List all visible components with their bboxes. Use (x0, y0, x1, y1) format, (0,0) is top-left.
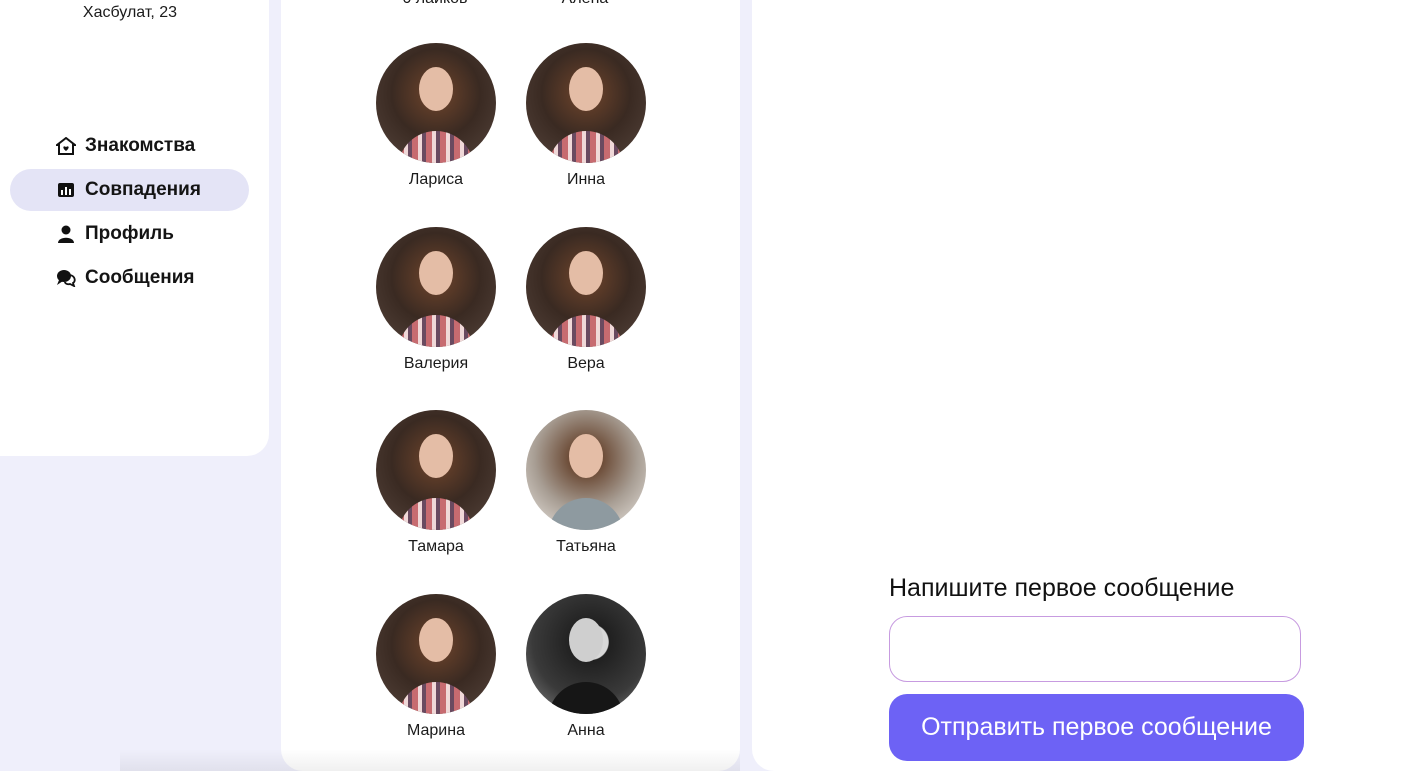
nav-item-profile[interactable]: Профиль (10, 213, 249, 255)
match-card[interactable]: Вера (511, 226, 661, 411)
match-card[interactable]: Тамара (361, 410, 511, 594)
match-photo (526, 593, 646, 714)
match-name-partial: Алена (505, 0, 665, 8)
match-name: Инна (566, 171, 606, 188)
nav-label-messages: Сообщения (85, 267, 195, 288)
home-heart-icon (56, 137, 76, 155)
nav-label-profile: Профиль (85, 223, 174, 244)
matches-panel: 0 лайков Алена Лариса Инна Валерия Вера … (281, 0, 740, 771)
chat-panel: Напишите первое сообщение Отправить перв… (752, 0, 1423, 771)
match-card[interactable]: Анна (511, 593, 661, 771)
person-icon (58, 225, 74, 243)
first-message-input[interactable] (889, 616, 1301, 682)
match-name: Вера (567, 354, 605, 372)
chat-bubbles-icon (57, 270, 76, 287)
match-name: Анна (567, 721, 605, 739)
match-name: Валерия (403, 354, 469, 372)
chart-icon (58, 183, 74, 197)
matches-grid: Лариса Инна Валерия Вера Тамара Татьяна … (361, 43, 661, 771)
match-photo (376, 226, 496, 347)
match-card[interactable]: Марина (361, 593, 511, 771)
nav-item-dating[interactable]: Знакомства (10, 125, 249, 167)
send-first-message-button[interactable]: Отправить первое сообщение (889, 694, 1304, 761)
user-name-age: Хасбулат, 23 (82, 4, 178, 21)
match-photo (526, 410, 646, 530)
main-nav: Знакомства Совпадения Профиль Сообщения (10, 125, 249, 301)
match-photo (376, 593, 496, 714)
match-photo (526, 226, 646, 347)
match-name: Марина (407, 721, 465, 739)
match-photo (376, 43, 496, 163)
match-name: Тамара (408, 538, 464, 555)
match-photo (376, 410, 496, 530)
match-name: Лариса (408, 171, 464, 188)
nav-label-matches: Совпадения (85, 179, 201, 200)
match-card[interactable]: Лариса (361, 43, 511, 227)
match-name: Татьяна (556, 538, 616, 555)
nav-label-dating: Знакомства (85, 135, 196, 156)
sidebar: Хасбулат, 23 Знакомства Совпадения Профи… (0, 0, 269, 456)
match-card[interactable]: Валерия (361, 226, 511, 411)
first-message-title: Напишите первое сообщение (889, 574, 1235, 602)
match-photo (526, 43, 646, 163)
match-card[interactable]: Татьяна (511, 410, 661, 594)
likes-count-label: 0 лайков (355, 0, 515, 8)
match-card[interactable]: Инна (511, 43, 661, 227)
nav-item-messages[interactable]: Сообщения (10, 257, 249, 299)
nav-item-matches[interactable]: Совпадения (10, 169, 249, 211)
